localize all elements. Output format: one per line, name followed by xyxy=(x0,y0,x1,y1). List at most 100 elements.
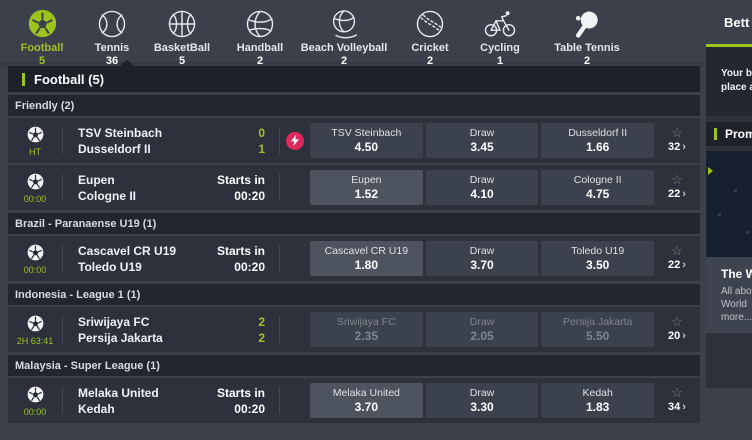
promo-image[interactable] xyxy=(706,151,752,257)
promo-card[interactable]: The W All abo World more... xyxy=(706,257,752,333)
sport-label: BasketBall xyxy=(154,42,210,54)
match-row[interactable]: HTTSV SteinbachDusseldorf II01TSV Steinb… xyxy=(8,118,700,163)
odds-name: Sriwijaya FC xyxy=(337,316,396,329)
match-list-panel: Football (5) Friendly (2)HTTSV Steinbach… xyxy=(8,66,700,423)
match-icon-col: 00:00 xyxy=(8,384,62,417)
odds-button-away[interactable]: Cologne II4.75 xyxy=(541,170,654,205)
betslip-title: Bett xyxy=(724,15,752,30)
match-row[interactable]: 00:00Melaka UnitedKedahStarts in00:20Mel… xyxy=(8,378,700,423)
chevron-right-icon: › xyxy=(682,330,686,342)
league-header[interactable]: Brazil - Paranaense U19 (1) xyxy=(8,213,700,234)
odds-button-draw[interactable]: Draw4.10 xyxy=(426,170,539,205)
sport-tab-tennis[interactable]: Tennis36 xyxy=(84,7,140,67)
odds-name: Toledo U19 xyxy=(571,245,624,258)
away-score: 2 xyxy=(207,330,265,346)
sport-tab-cricket[interactable]: Cricket2 xyxy=(392,7,468,67)
odds-name: Cascavel CR U19 xyxy=(325,245,408,258)
chevron-right-icon: › xyxy=(682,141,686,153)
promo-image-detail xyxy=(734,189,737,192)
starts-in-column: Starts in00:20 xyxy=(207,385,265,417)
odds: Melaka United3.70Draw3.30Kedah1.83 xyxy=(310,383,654,418)
betslip-message-line: place a xyxy=(721,81,752,95)
tennis-icon xyxy=(97,8,127,39)
sport-tab-cycling[interactable]: Cycling1 xyxy=(468,7,532,67)
score-column: 01 xyxy=(207,125,265,157)
handball-icon xyxy=(245,8,275,39)
odds-value: 4.75 xyxy=(586,187,609,202)
odds-button-home[interactable]: Cascavel CR U191.80 xyxy=(310,241,423,276)
odds-button-draw[interactable]: Draw2.05 xyxy=(426,312,539,347)
markets-col: ☆32› xyxy=(654,126,700,155)
favorite-star-icon[interactable]: ☆ xyxy=(671,244,683,258)
sport-section-header[interactable]: Football (5) xyxy=(8,66,700,92)
football-icon xyxy=(27,8,58,39)
match-status: 00:00 xyxy=(24,265,47,275)
league-header[interactable]: Malaysia - Super League (1) xyxy=(8,355,700,376)
sport-label: Tennis xyxy=(95,42,130,54)
page-title: Football (5) xyxy=(34,72,104,87)
away-team: Kedah xyxy=(78,401,207,417)
favorite-star-icon[interactable]: ☆ xyxy=(671,173,683,187)
markets-count[interactable]: 20› xyxy=(668,329,686,344)
starts-in-label: Starts in xyxy=(207,243,265,259)
odds-button-draw[interactable]: Draw3.70 xyxy=(426,241,539,276)
live-icon xyxy=(286,132,304,150)
league-header[interactable]: Indonesia - League 1 (1) xyxy=(8,284,700,305)
markets-count[interactable]: 22› xyxy=(668,187,686,202)
odds-value: 1.80 xyxy=(355,258,378,273)
odds-button-away[interactable]: Persija Jakarta5.50 xyxy=(541,312,654,347)
odds-name: Draw xyxy=(470,316,495,329)
sport-label: Handball xyxy=(237,42,283,54)
sport-tab-table-tennis[interactable]: Table Tennis2 xyxy=(532,7,642,67)
odds-name: Cologne II xyxy=(574,174,622,187)
sport-label: Cricket xyxy=(411,42,448,54)
sport-label: Cycling xyxy=(480,42,520,54)
sport-tab-handball[interactable]: Handball2 xyxy=(224,7,296,67)
carousel-arrow-icon[interactable] xyxy=(708,167,713,175)
favorite-star-icon[interactable]: ☆ xyxy=(671,386,683,400)
odds-value: 2.35 xyxy=(355,329,378,344)
markets-count[interactable]: 22› xyxy=(668,258,686,273)
odds-button-away[interactable]: Dusseldorf II1.66 xyxy=(541,123,654,158)
match-status: HT xyxy=(29,147,41,157)
match-row[interactable]: 00:00Cascavel CR U19Toledo U19Starts in0… xyxy=(8,236,700,281)
odds-button-home[interactable]: TSV Steinbach4.50 xyxy=(310,123,423,158)
odds-button-draw[interactable]: Draw3.45 xyxy=(426,123,539,158)
odds-button-home[interactable]: Melaka United3.70 xyxy=(310,383,423,418)
soccer-ball-icon xyxy=(25,171,46,192)
markets-number: 22 xyxy=(668,259,680,271)
sport-label: Table Tennis xyxy=(554,42,620,54)
odds-button-home[interactable]: Sriwijaya FC2.35 xyxy=(310,312,423,347)
odds-value: 4.10 xyxy=(470,187,493,202)
away-team: Toledo U19 xyxy=(78,259,207,275)
odds-button-away[interactable]: Toledo U193.50 xyxy=(541,241,654,276)
markets-count[interactable]: 34› xyxy=(668,400,686,415)
tab-pointer-notch xyxy=(120,60,134,66)
favorite-star-icon[interactable]: ☆ xyxy=(671,126,683,140)
odds-name: Persija Jakarta xyxy=(563,316,632,329)
odds: Cascavel CR U191.80Draw3.70Toledo U193.5… xyxy=(310,241,654,276)
league-header[interactable]: Friendly (2) xyxy=(8,95,700,116)
odds-button-draw[interactable]: Draw3.30 xyxy=(426,383,539,418)
starts-in-label: Starts in xyxy=(207,385,265,401)
teams: Sriwijaya FCPersija Jakarta xyxy=(63,314,207,346)
odds-button-home[interactable]: Eupen1.52 xyxy=(310,170,423,205)
match-row[interactable]: 2H 63:41Sriwijaya FCPersija Jakarta22Sri… xyxy=(8,307,700,352)
odds-name: Draw xyxy=(470,127,495,140)
markets-col: ☆20› xyxy=(654,315,700,344)
odds-value: 2.05 xyxy=(470,329,493,344)
sport-tab-football[interactable]: Football5 xyxy=(0,7,84,67)
sport-tab-basketball[interactable]: BasketBall5 xyxy=(140,7,224,67)
chevron-right-icon: › xyxy=(682,401,686,413)
table-tennis-icon xyxy=(572,8,602,39)
odds: Sriwijaya FC2.35Draw2.05Persija Jakarta5… xyxy=(310,312,654,347)
markets-count[interactable]: 32› xyxy=(668,140,686,155)
divider xyxy=(279,387,280,414)
odds-button-away[interactable]: Kedah1.83 xyxy=(541,383,654,418)
favorite-star-icon[interactable]: ☆ xyxy=(671,315,683,329)
teams: Cascavel CR U19Toledo U19 xyxy=(63,243,207,275)
teams: EupenCologne II xyxy=(63,172,207,204)
sport-label: Football xyxy=(21,42,64,54)
sport-tab-beach-volleyball[interactable]: Beach Volleyball2 xyxy=(296,7,392,67)
match-row[interactable]: 00:00EupenCologne IIStarts in00:20Eupen1… xyxy=(8,165,700,210)
